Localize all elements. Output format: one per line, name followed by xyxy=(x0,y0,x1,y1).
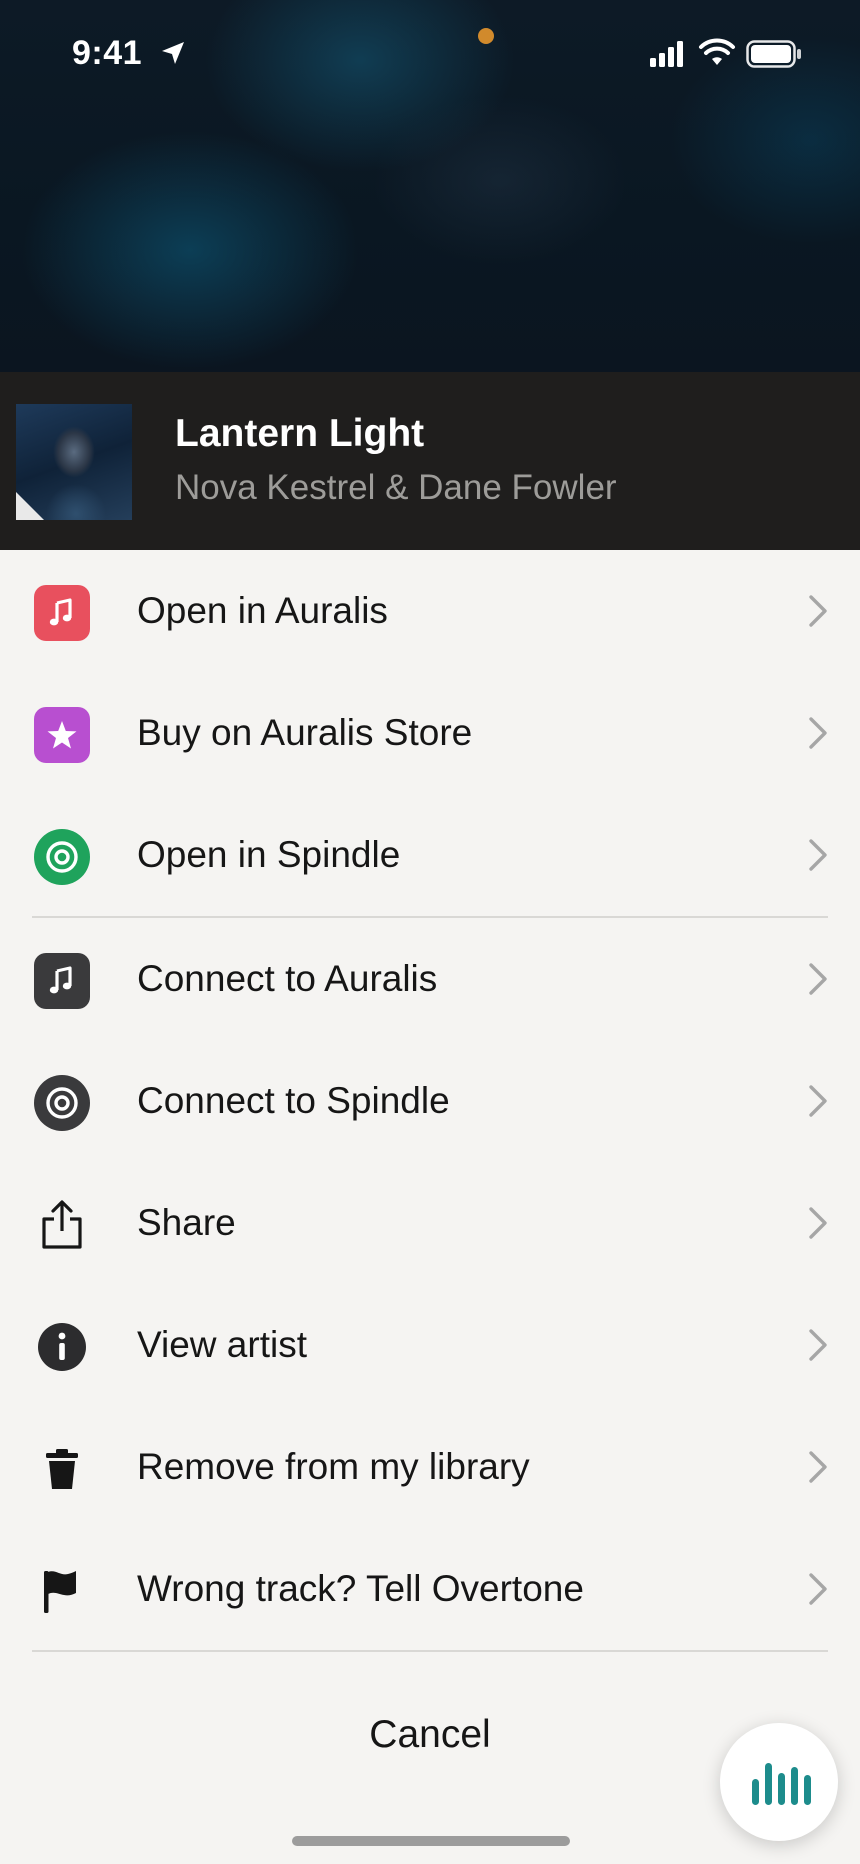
menu-item-label: Connect to Auralis xyxy=(137,958,438,999)
spindle-icon xyxy=(34,829,90,885)
chevron-right-icon xyxy=(809,1085,827,1117)
chevron-right-icon xyxy=(809,1573,827,1605)
camera-indicator-dot xyxy=(478,28,494,44)
chevron-right-icon xyxy=(809,1329,827,1361)
share-icon xyxy=(42,1200,82,1249)
menu-item-wrong-track[interactable]: Wrong track? Tell Overtone xyxy=(0,1528,860,1650)
chevron-right-icon xyxy=(809,963,827,995)
menu-item-label: Open in Spindle xyxy=(137,834,401,875)
track-header: Lantern Light Nova Kestrel & Dane Fowler xyxy=(0,372,860,550)
chevron-right-icon xyxy=(809,1207,827,1239)
action-menu: Open in Auralis Buy on Auralis Store Ope… xyxy=(0,550,860,1652)
star-icon xyxy=(34,707,90,763)
info-icon xyxy=(38,1323,86,1371)
menu-item-label: Share xyxy=(137,1202,236,1243)
menu-item-label: Connect to Spindle xyxy=(137,1080,450,1121)
wifi-icon xyxy=(699,38,735,65)
menu-item-remove-from-library[interactable]: Remove from my library xyxy=(0,1406,860,1528)
chevron-right-icon xyxy=(809,595,827,627)
track-title: Lantern Light xyxy=(175,412,425,455)
menu-item-label: Open in Auralis xyxy=(137,590,388,631)
menu-item-label: Remove from my library xyxy=(137,1446,530,1487)
menu-item-connect-to-auralis[interactable]: Connect to Auralis xyxy=(0,918,860,1040)
battery-icon xyxy=(746,40,801,68)
chevron-right-icon xyxy=(809,839,827,871)
recognize-fab-button[interactable] xyxy=(720,1723,838,1841)
location-arrow-icon xyxy=(162,42,184,64)
menu-item-label: View artist xyxy=(137,1324,307,1365)
status-bar: 9:41 xyxy=(0,0,860,110)
status-time: 9:41 xyxy=(72,34,143,72)
flag-icon xyxy=(44,1571,76,1613)
menu-item-open-in-spindle[interactable]: Open in Spindle xyxy=(0,794,860,916)
menu-item-share[interactable]: Share xyxy=(0,1162,860,1284)
album-art-corner xyxy=(16,492,44,520)
home-indicator xyxy=(292,1836,570,1846)
menu-item-buy-on-auralis-store[interactable]: Buy on Auralis Store xyxy=(0,672,860,794)
equalizer-icon xyxy=(752,1763,811,1805)
chevron-right-icon xyxy=(809,717,827,749)
signal-icon xyxy=(650,41,683,67)
trash-icon xyxy=(46,1449,78,1489)
menu-item-label: Buy on Auralis Store xyxy=(137,712,473,753)
track-artist: Nova Kestrel & Dane Fowler xyxy=(175,468,617,507)
music-note-icon xyxy=(34,953,90,1009)
spindle-icon xyxy=(34,1075,90,1131)
menu-item-label: Wrong track? Tell Overtone xyxy=(137,1568,584,1609)
menu-item-connect-to-spindle[interactable]: Connect to Spindle xyxy=(0,1040,860,1162)
menu-item-open-in-auralis[interactable]: Open in Auralis xyxy=(0,550,860,672)
music-note-icon xyxy=(34,585,90,641)
chevron-right-icon xyxy=(809,1451,827,1483)
menu-divider xyxy=(32,1650,828,1652)
menu-item-view-artist[interactable]: View artist xyxy=(0,1284,860,1406)
album-art xyxy=(16,404,132,520)
